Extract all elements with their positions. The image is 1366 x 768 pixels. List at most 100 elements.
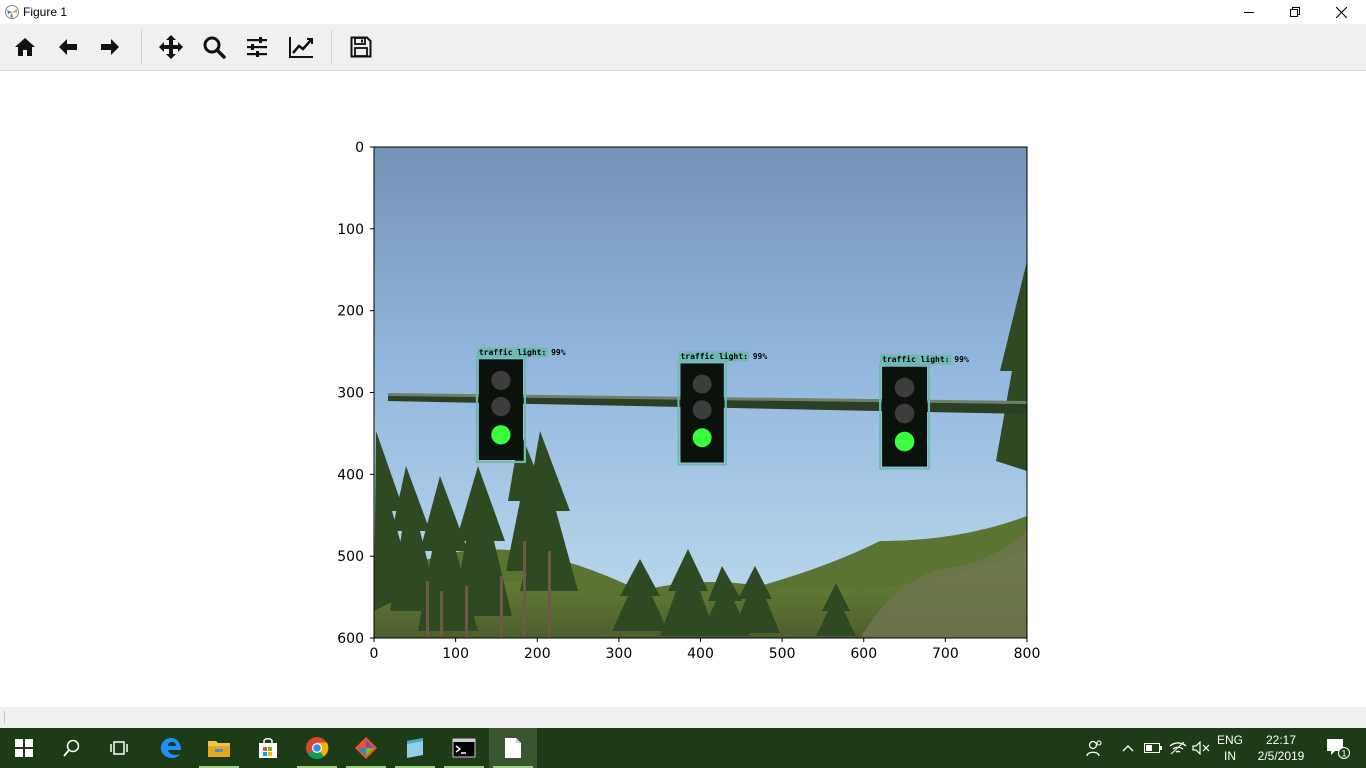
status-grip	[4, 711, 5, 724]
edge-icon	[161, 738, 181, 758]
green-lamp	[692, 428, 712, 448]
clock-time: 22:17	[1265, 733, 1297, 747]
start-button[interactable]	[0, 728, 48, 768]
toolbar-separator	[331, 30, 332, 64]
close-button[interactable]	[1318, 0, 1364, 24]
detection-label: traffic light: 99%	[479, 347, 566, 357]
taskbar-app-edge[interactable]	[147, 728, 195, 768]
wifi-icon	[1169, 741, 1187, 755]
arrow-left-icon	[59, 39, 77, 55]
y-axis: 0 100 200 300 400 500 600	[337, 140, 374, 647]
y-tick-label: 400	[337, 467, 364, 483]
y-tick-label: 0	[355, 140, 364, 156]
unlit-lamp	[692, 400, 712, 420]
notification-icon: 1	[1327, 739, 1350, 759]
green-lamp	[894, 431, 915, 452]
chevron-up-icon	[1122, 745, 1134, 752]
forward-button[interactable]	[94, 31, 126, 63]
zoom-button[interactable]	[198, 31, 230, 63]
magnifier-icon	[203, 36, 226, 59]
minimize-icon	[1244, 12, 1254, 13]
windows-start-icon	[15, 739, 33, 757]
taskbar-app-chrome[interactable]	[293, 728, 341, 768]
clock-date: 2/5/2019	[1257, 749, 1305, 763]
y-tick-label: 600	[337, 631, 364, 647]
detection-label: traffic light: 99%	[680, 351, 767, 361]
taskbar-app-terminal[interactable]	[440, 728, 488, 768]
home-icon	[15, 38, 35, 56]
x-tick-label: 600	[850, 646, 877, 662]
x-tick-label: 500	[769, 646, 796, 662]
green-lamp	[491, 425, 511, 445]
volume-muted-icon	[1192, 741, 1210, 755]
taskbar-app-git[interactable]	[342, 728, 390, 768]
x-axis: 0 100 200 300 400 500 600 700 800	[370, 638, 1041, 662]
task-view-button[interactable]	[96, 728, 144, 768]
show-hidden-icons-button[interactable]	[1116, 728, 1140, 768]
unlit-lamp	[491, 396, 511, 417]
sliders-icon	[247, 37, 267, 57]
figure-toolbar	[0, 24, 1366, 71]
title-bar: Figure 1	[0, 0, 1366, 24]
y-tick-label: 100	[337, 222, 364, 238]
taskbar-app-file-explorer[interactable]	[195, 728, 243, 768]
document-icon	[505, 738, 521, 758]
figure-canvas[interactable]: traffic light: 99% traffic light: 99% traf…	[0, 71, 1366, 707]
matplotlib-app-icon	[5, 5, 19, 19]
restore-icon	[1290, 7, 1300, 17]
pan-button[interactable]	[155, 31, 187, 63]
network-button[interactable]	[1166, 728, 1190, 768]
chrome-icon	[306, 737, 329, 759]
taskbar-app-notepad[interactable]	[391, 728, 439, 768]
taskbar-app-document[interactable]	[489, 728, 537, 768]
battery-icon	[1144, 743, 1162, 753]
x-tick-label: 200	[524, 646, 551, 662]
people-button[interactable]	[1080, 728, 1108, 768]
taskbar-app-store[interactable]	[244, 728, 292, 768]
home-button[interactable]	[9, 31, 41, 63]
window-title: Figure 1	[23, 5, 68, 19]
volume-button[interactable]	[1190, 728, 1212, 768]
notepad-icon	[407, 738, 423, 758]
input-language-button[interactable]: ENG IN	[1212, 728, 1248, 768]
edit-axis-button[interactable]	[285, 31, 317, 63]
move-icon	[159, 35, 183, 59]
x-tick-label: 300	[606, 646, 633, 662]
close-icon	[1335, 6, 1347, 18]
floppy-disk-icon	[350, 36, 372, 58]
clock-button[interactable]: 22:17 2/5/2019	[1250, 728, 1312, 768]
search-icon	[63, 739, 80, 757]
language-label: ENG	[1216, 733, 1243, 747]
region-label: IN	[1223, 749, 1236, 763]
minimize-button[interactable]	[1226, 0, 1272, 24]
unlit-lamp	[692, 374, 712, 394]
y-tick-label: 300	[337, 386, 364, 402]
x-tick-label: 0	[370, 646, 379, 662]
battery-button[interactable]	[1142, 728, 1164, 768]
detection-label: traffic light: 99%	[882, 354, 969, 364]
plot-area[interactable]: traffic light: 99% traffic light: 99% traf…	[0, 71, 1366, 707]
restore-button[interactable]	[1272, 0, 1318, 24]
toolbar-separator	[141, 30, 142, 64]
y-tick-label: 500	[337, 549, 364, 565]
terminal-icon	[452, 738, 476, 758]
chart-line-icon	[289, 37, 313, 58]
unlit-lamp	[491, 370, 511, 390]
store-icon	[259, 738, 277, 758]
taskbar: ENG IN 22:17 2/5/2019 1	[0, 728, 1366, 768]
git-icon	[355, 737, 377, 759]
unlit-lamp	[894, 377, 915, 398]
file-explorer-icon	[208, 741, 230, 757]
save-button[interactable]	[345, 31, 377, 63]
x-tick-label: 800	[1014, 646, 1041, 662]
back-button[interactable]	[52, 31, 84, 63]
notification-count: 1	[1341, 749, 1346, 759]
action-center-button[interactable]: 1	[1318, 728, 1358, 768]
subplots-button[interactable]	[241, 31, 273, 63]
search-button[interactable]	[48, 728, 96, 768]
x-tick-label: 400	[687, 646, 714, 662]
x-tick-label: 700	[932, 646, 959, 662]
arrow-right-icon	[101, 39, 119, 55]
people-icon	[1086, 740, 1102, 757]
status-bar	[0, 707, 1366, 728]
